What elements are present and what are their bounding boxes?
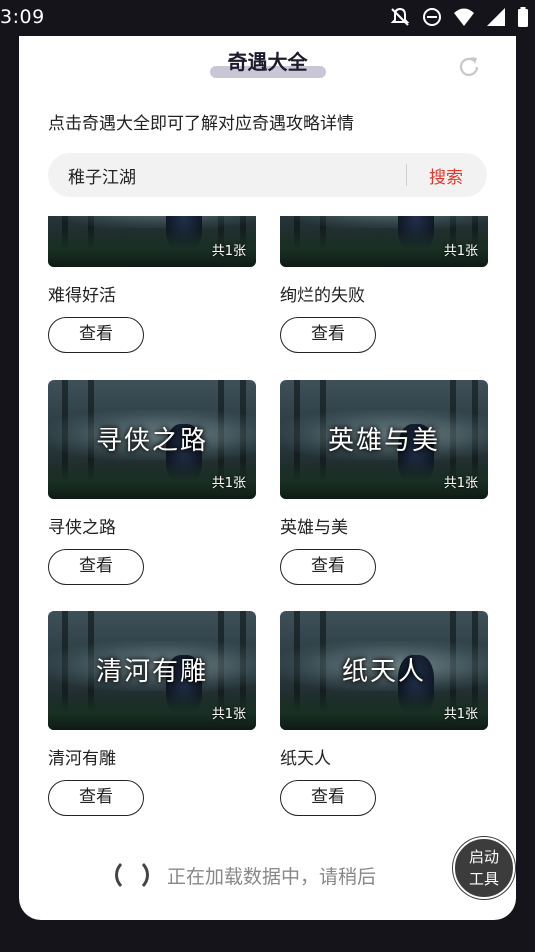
- card-name: 清河有雕: [48, 749, 116, 769]
- view-button[interactable]: 查看: [48, 549, 144, 585]
- main-panel: 奇遇大全 点击奇遇大全即可了解对应奇遇攻略详情 搜索 共1张 难得好活 查看: [19, 36, 516, 920]
- image-count-badge: 共1张: [443, 244, 478, 259]
- thumbnail-title: 纸天人: [341, 657, 426, 687]
- search-button[interactable]: 搜索: [416, 163, 476, 188]
- spinner-icon: [115, 858, 149, 892]
- page-title: 奇遇大全: [227, 50, 308, 74]
- card-name: 纸天人: [280, 749, 331, 769]
- search-input[interactable]: [68, 163, 388, 187]
- thumbnail-title: 英雄与美: [327, 426, 440, 456]
- card-name: 寻侠之路: [48, 518, 116, 538]
- do-not-disturb-icon: [421, 6, 443, 28]
- card-grid[interactable]: 共1张 难得好活 查看 共1张 绚烂的失败 查看 寻侠之路 共1张 寻侠之路 查…: [19, 216, 516, 920]
- card[interactable]: 清河有雕 共1张 清河有雕 查看: [48, 611, 256, 816]
- card[interactable]: 共1张 绚烂的失败 查看: [280, 216, 488, 353]
- card-name: 难得好活: [48, 286, 116, 306]
- image-count-badge: 共1张: [211, 476, 246, 491]
- view-button[interactable]: 查看: [48, 780, 144, 816]
- thumbnail-title: 清河有雕: [95, 657, 208, 687]
- loading-text: 正在加载数据中，请稍后: [167, 866, 377, 888]
- search-bar: 搜索: [48, 153, 487, 197]
- card[interactable]: 共1张 难得好活 查看: [48, 216, 256, 353]
- cell-signal-icon: [485, 6, 507, 28]
- card-name: 绚烂的失败: [280, 286, 365, 306]
- image-count-badge: 共1张: [211, 244, 246, 259]
- search-divider: [406, 164, 407, 186]
- card-thumbnail[interactable]: 共1张: [280, 216, 488, 267]
- bell-off-icon: [389, 6, 411, 28]
- launch-tool-button[interactable]: 启动 工具: [453, 837, 515, 899]
- refresh-icon[interactable]: [456, 54, 482, 80]
- status-icons: [389, 6, 529, 28]
- hint-text: 点击奇遇大全即可了解对应奇遇攻略详情: [48, 114, 354, 134]
- card-thumbnail[interactable]: 纸天人 共1张: [280, 611, 488, 730]
- image-count-badge: 共1张: [443, 476, 478, 491]
- card-thumbnail[interactable]: 清河有雕 共1张: [48, 611, 256, 730]
- view-button[interactable]: 查看: [280, 549, 376, 585]
- status-bar: 3:09: [0, 0, 535, 36]
- view-button[interactable]: 查看: [280, 780, 376, 816]
- thumbnail-title: 寻侠之路: [95, 426, 208, 456]
- card-name: 英雄与美: [280, 518, 348, 538]
- image-count-badge: 共1张: [211, 707, 246, 722]
- fab-label-line2: 工具: [468, 870, 499, 888]
- header: 奇遇大全: [19, 44, 516, 84]
- fab-label-line1: 启动: [468, 848, 499, 866]
- status-time: 3:09: [0, 6, 45, 28]
- battery-icon: [517, 6, 529, 28]
- card[interactable]: 纸天人 共1张 纸天人 查看: [280, 611, 488, 816]
- view-button[interactable]: 查看: [48, 317, 144, 353]
- card-thumbnail[interactable]: 寻侠之路 共1张: [48, 380, 256, 499]
- wifi-icon: [453, 6, 475, 28]
- image-count-badge: 共1张: [443, 707, 478, 722]
- card-thumbnail[interactable]: 英雄与美 共1张: [280, 380, 488, 499]
- card-thumbnail[interactable]: 共1张: [48, 216, 256, 267]
- card[interactable]: 英雄与美 共1张 英雄与美 查看: [280, 380, 488, 585]
- loading-indicator: 正在加载数据中，请稍后: [19, 854, 516, 894]
- card[interactable]: 寻侠之路 共1张 寻侠之路 查看: [48, 380, 256, 585]
- view-button[interactable]: 查看: [280, 317, 376, 353]
